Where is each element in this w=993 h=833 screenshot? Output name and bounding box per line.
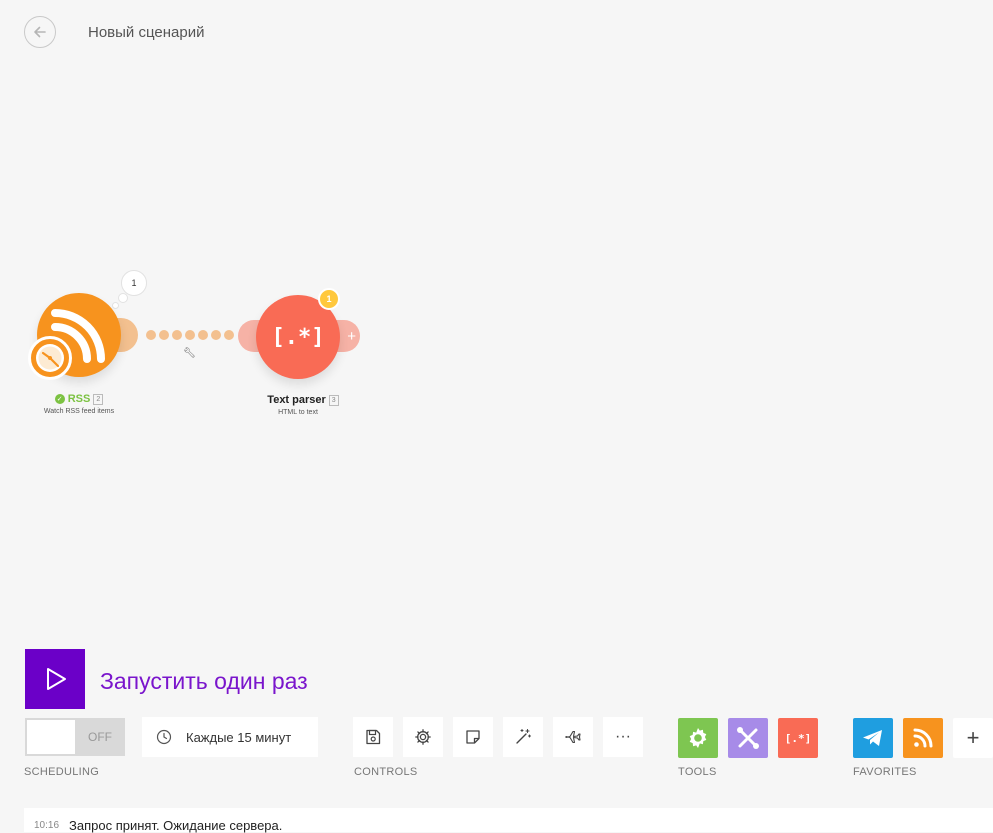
- operations-badge[interactable]: 1: [318, 288, 340, 310]
- rss-module-name: RSS: [67, 393, 91, 405]
- gear-icon: [689, 728, 707, 748]
- tools-section-label: TOOLS: [678, 766, 717, 778]
- rss-module-subtitle: Watch RSS feed items: [43, 408, 115, 415]
- arrow-left-icon: [34, 26, 46, 38]
- tools-tool[interactable]: [728, 718, 768, 758]
- wrench-screwdriver-icon: [737, 727, 759, 749]
- log-message: Запрос принят. Ожидание сервера.: [69, 818, 283, 833]
- connection-dot[interactable]: [224, 330, 234, 340]
- log-timestamp: 10:16: [34, 820, 60, 831]
- controls-section-label: CONTROLS: [354, 766, 418, 778]
- text-parser-tool[interactable]: [.*]: [778, 718, 818, 758]
- magic-wand-icon: [516, 728, 532, 744]
- back-button[interactable]: [24, 16, 56, 48]
- connection-dot[interactable]: [211, 330, 221, 340]
- rss-icon: [913, 728, 933, 748]
- save-button[interactable]: [353, 717, 393, 757]
- run-once-button[interactable]: [25, 649, 85, 709]
- connection-dot[interactable]: [159, 330, 169, 340]
- text-parser-module-subtitle: HTML to text: [278, 409, 318, 416]
- scheduling-toggle[interactable]: OFF: [25, 718, 125, 756]
- note-icon: [466, 730, 480, 744]
- add-favorite-button[interactable]: +: [953, 718, 993, 758]
- explain-flow-button[interactable]: [553, 717, 593, 757]
- favorites-section-label: FAVORITES: [853, 766, 917, 778]
- save-icon: [366, 729, 381, 745]
- toggle-state: OFF: [88, 730, 112, 744]
- airplane-icon: [565, 730, 581, 744]
- more-options-button[interactable]: ···: [603, 717, 643, 757]
- run-once-label[interactable]: Запустить один раз: [100, 668, 308, 695]
- rss-module-label: ✓ RSS 2: [44, 393, 114, 405]
- scenario-settings-button[interactable]: [403, 717, 443, 757]
- text-parser-icon: [.*]: [784, 731, 812, 745]
- module-id: 3: [328, 394, 339, 406]
- scheduling-section-label: SCHEDULING: [24, 766, 100, 778]
- module-id: 2: [93, 393, 104, 405]
- flow-control-tool[interactable]: [678, 718, 718, 758]
- schedule-interval-button[interactable]: Каждые 15 минут: [142, 717, 318, 757]
- schedule-interval-label: Каждые 15 минут: [186, 729, 292, 745]
- telegram-favorite[interactable]: [853, 718, 893, 758]
- plus-icon: +: [347, 327, 356, 345]
- connection-dot[interactable]: [185, 330, 195, 340]
- toggle-knob: [27, 720, 75, 754]
- scenario-title[interactable]: Новый сценарий: [88, 24, 204, 41]
- connection-dot[interactable]: [198, 330, 208, 340]
- plus-icon: +: [966, 725, 980, 750]
- clock-icon: [156, 729, 172, 745]
- auto-align-button[interactable]: [503, 717, 543, 757]
- notes-button[interactable]: [453, 717, 493, 757]
- connection-dot[interactable]: [146, 330, 156, 340]
- text-parser-module-label: Text parser 3: [258, 394, 348, 406]
- play-icon: [47, 668, 66, 690]
- gear-icon: [415, 729, 431, 745]
- schedule-clock-badge[interactable]: [28, 336, 72, 380]
- bundle-count-bubble[interactable]: 1: [121, 270, 147, 296]
- rss-favorite[interactable]: [903, 718, 943, 758]
- clock-icon: [36, 344, 64, 372]
- telegram-icon: [863, 730, 882, 746]
- more-dots-icon: ···: [615, 728, 631, 745]
- connection-dot[interactable]: [172, 330, 182, 340]
- text-parser-module-name: Text parser: [267, 394, 326, 406]
- text-parser-icon: [.*]: [271, 324, 325, 350]
- wrench-icon[interactable]: 🔧︎: [183, 348, 196, 359]
- check-icon: ✓: [54, 394, 65, 404]
